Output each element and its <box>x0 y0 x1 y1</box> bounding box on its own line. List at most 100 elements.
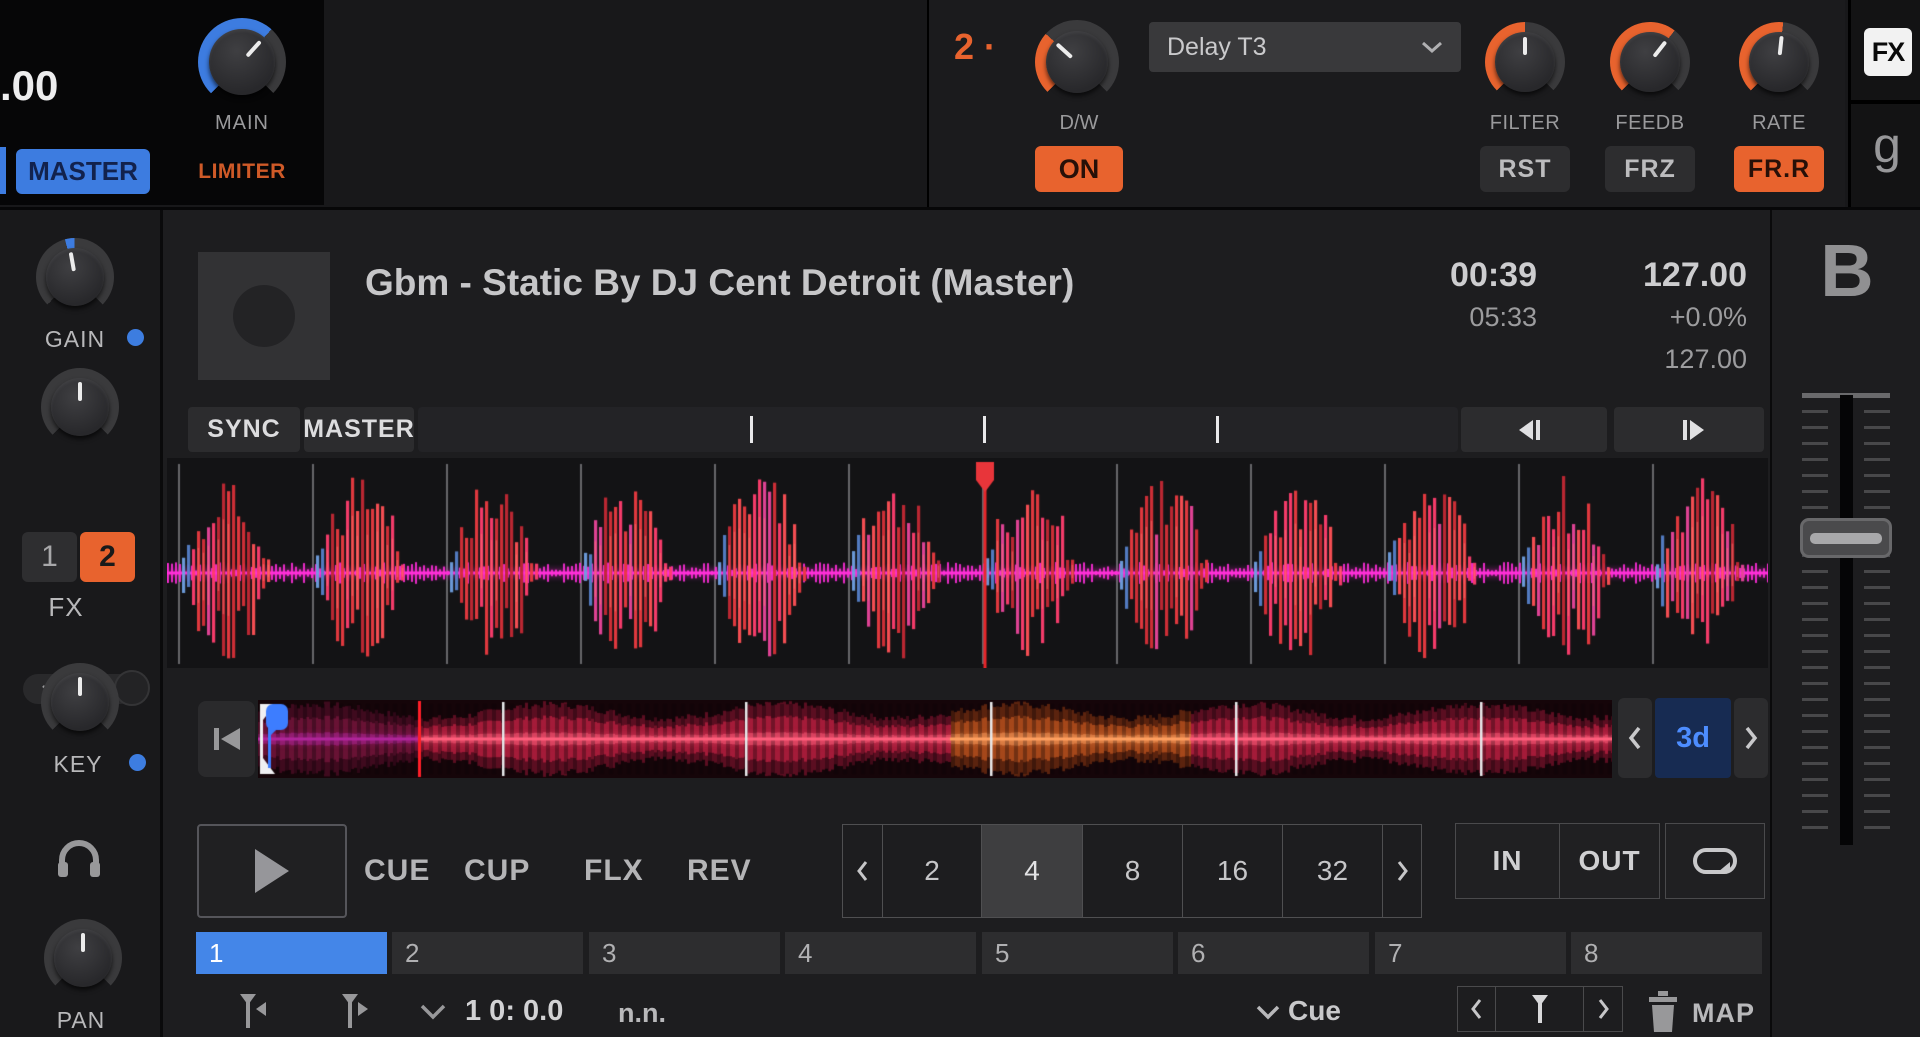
master-clock-button[interactable]: MASTER <box>16 149 150 194</box>
cue-button[interactable]: CUE <box>364 851 436 891</box>
fx-frr-button[interactable]: FR.R <box>1734 146 1824 192</box>
fx-preset-dropdown[interactable]: Delay T3 <box>1149 22 1461 72</box>
play-button[interactable] <box>197 824 347 918</box>
knob-pointer <box>1777 36 1784 56</box>
beatjump-back-button[interactable] <box>1461 407 1607 452</box>
tempo-fader-track[interactable] <box>1840 395 1853 845</box>
hotcue-5[interactable]: 5 <box>982 932 1173 974</box>
chevron-down-icon[interactable] <box>1256 1004 1280 1020</box>
fx-rate-knob[interactable] <box>1739 22 1819 102</box>
map-button[interactable]: MAP <box>1692 998 1755 1029</box>
pan-knob[interactable] <box>44 919 122 997</box>
time-elapsed[interactable]: 00:39 <box>1387 256 1537 295</box>
fader-grip-line <box>1810 532 1882 544</box>
traktor-window: .00 MASTER MAIN LIMITER 2 · D/W ON Delay… <box>0 0 1920 1037</box>
beatjump-forward-icon <box>1683 419 1704 440</box>
fx-rst-button[interactable]: RST <box>1480 146 1570 192</box>
cue-step-back-button[interactable] <box>1458 987 1496 1031</box>
cue-step-forward-button[interactable] <box>1584 987 1622 1031</box>
fx-frz-button[interactable]: FRZ <box>1605 146 1695 192</box>
prev-cue-button[interactable] <box>228 992 278 1032</box>
next-cue-button[interactable] <box>330 992 380 1032</box>
rev-button[interactable]: REV <box>687 851 759 891</box>
chevron-left-icon <box>1471 999 1482 1019</box>
quantize-icon[interactable]: g <box>1851 116 1920 174</box>
pan-label: PAN <box>56 1007 106 1033</box>
cue-type-dropdown[interactable]: Cue <box>1288 995 1341 1027</box>
record-icon <box>233 285 295 347</box>
hotcue-7[interactable]: 7 <box>1375 932 1566 974</box>
bpm-display[interactable]: 127.00 <box>1597 256 1747 295</box>
loop-active-button[interactable] <box>1665 823 1765 899</box>
snap-button-edge[interactable] <box>0 147 6 194</box>
chevron-down-icon <box>1422 41 1442 54</box>
loop-size-32[interactable]: 32 <box>1283 825 1383 917</box>
knob-pointer <box>1523 36 1527 56</box>
cup-button[interactable]: CUP <box>464 851 536 891</box>
track-title: Gbm - Static By DJ Cent Detroit (Master) <box>365 262 1075 303</box>
sync-button[interactable]: SYNC <box>188 407 300 452</box>
main-volume-knob[interactable] <box>198 18 286 106</box>
hotcue-4[interactable]: 4 <box>785 932 976 974</box>
loop-size-smaller-button[interactable] <box>843 825 883 917</box>
knob-pointer <box>78 677 82 696</box>
chevron-right-icon <box>1598 999 1609 1019</box>
gain-label: GAIN <box>44 326 106 352</box>
loop-size-2[interactable]: 2 <box>883 825 982 917</box>
loop-size-4-active[interactable]: 4 <box>982 825 1083 917</box>
fx-assign-label: FX <box>48 592 84 622</box>
fx-feedback-knob[interactable] <box>1610 22 1690 102</box>
filter-knob[interactable] <box>41 368 119 446</box>
flx-button[interactable]: FLX <box>584 851 656 891</box>
hotcue-2[interactable]: 2 <box>392 932 583 974</box>
filter-on-toggle[interactable] <box>114 670 150 706</box>
bpm-base: 127.00 <box>1664 344 1747 374</box>
key-display[interactable]: n.n. <box>618 998 666 1029</box>
hotcue-8[interactable]: 8 <box>1571 932 1762 974</box>
key-knob[interactable] <box>41 663 119 741</box>
fx-logo[interactable]: FX <box>1864 28 1912 76</box>
zoom-level-display[interactable]: 3d <box>1655 698 1731 778</box>
hotcue-6[interactable]: 6 <box>1178 932 1369 974</box>
loop-size-16[interactable]: 16 <box>1183 825 1283 917</box>
phase-meter[interactable] <box>418 407 1458 452</box>
play-icon <box>255 849 289 893</box>
fx-on-button[interactable]: ON <box>1035 146 1123 192</box>
key-label: KEY <box>53 751 103 777</box>
hotcue-3[interactable]: 3 <box>589 932 780 974</box>
fx-assign-2-button[interactable]: 2 <box>80 532 135 582</box>
deck-master-button[interactable]: MASTER <box>303 407 414 452</box>
phase-tick <box>983 416 986 443</box>
skip-to-start-button[interactable] <box>198 701 255 777</box>
hotcue-1[interactable]: 1 <box>196 932 387 974</box>
waveform-display[interactable] <box>167 458 1768 668</box>
waveform-canvas[interactable] <box>167 458 1768 668</box>
divider <box>1851 100 1920 104</box>
gain-knob[interactable] <box>36 238 114 316</box>
headphones-cue-icon[interactable] <box>56 838 102 878</box>
zoom-in-button[interactable] <box>1734 698 1768 778</box>
tempo-fader-handle[interactable] <box>1800 518 1892 558</box>
loop-size-8[interactable]: 8 <box>1083 825 1183 917</box>
time-remaining[interactable]: 05:33 <box>1387 302 1537 333</box>
loop-size-larger-button[interactable] <box>1383 825 1421 917</box>
loop-out-button[interactable]: OUT <box>1559 823 1660 899</box>
album-art[interactable] <box>198 252 330 380</box>
stripe-canvas[interactable] <box>258 700 1612 778</box>
chevron-left-icon <box>1628 726 1641 750</box>
chevron-down-icon[interactable] <box>420 1003 446 1020</box>
beatjump-forward-button[interactable] <box>1614 407 1764 452</box>
fx-drywet-knob[interactable] <box>1035 20 1119 104</box>
limiter-label: LIMITER <box>198 160 286 183</box>
track-overview-stripe[interactable] <box>258 700 1612 778</box>
knob-pointer <box>1652 40 1668 59</box>
tempo-offset[interactable]: +0.0% <box>1597 302 1747 333</box>
fx-assign-1-button[interactable]: 1 <box>22 532 77 582</box>
loop-in-button[interactable]: IN <box>1455 823 1560 899</box>
delete-cue-trash-icon[interactable] <box>1645 990 1681 1034</box>
zoom-out-button[interactable] <box>1618 698 1652 778</box>
fx-preset-value: Delay T3 <box>1167 32 1267 61</box>
loop-icon <box>1693 848 1737 874</box>
cue-marker-button[interactable] <box>1496 987 1584 1031</box>
fx-filter-knob[interactable] <box>1485 22 1565 102</box>
